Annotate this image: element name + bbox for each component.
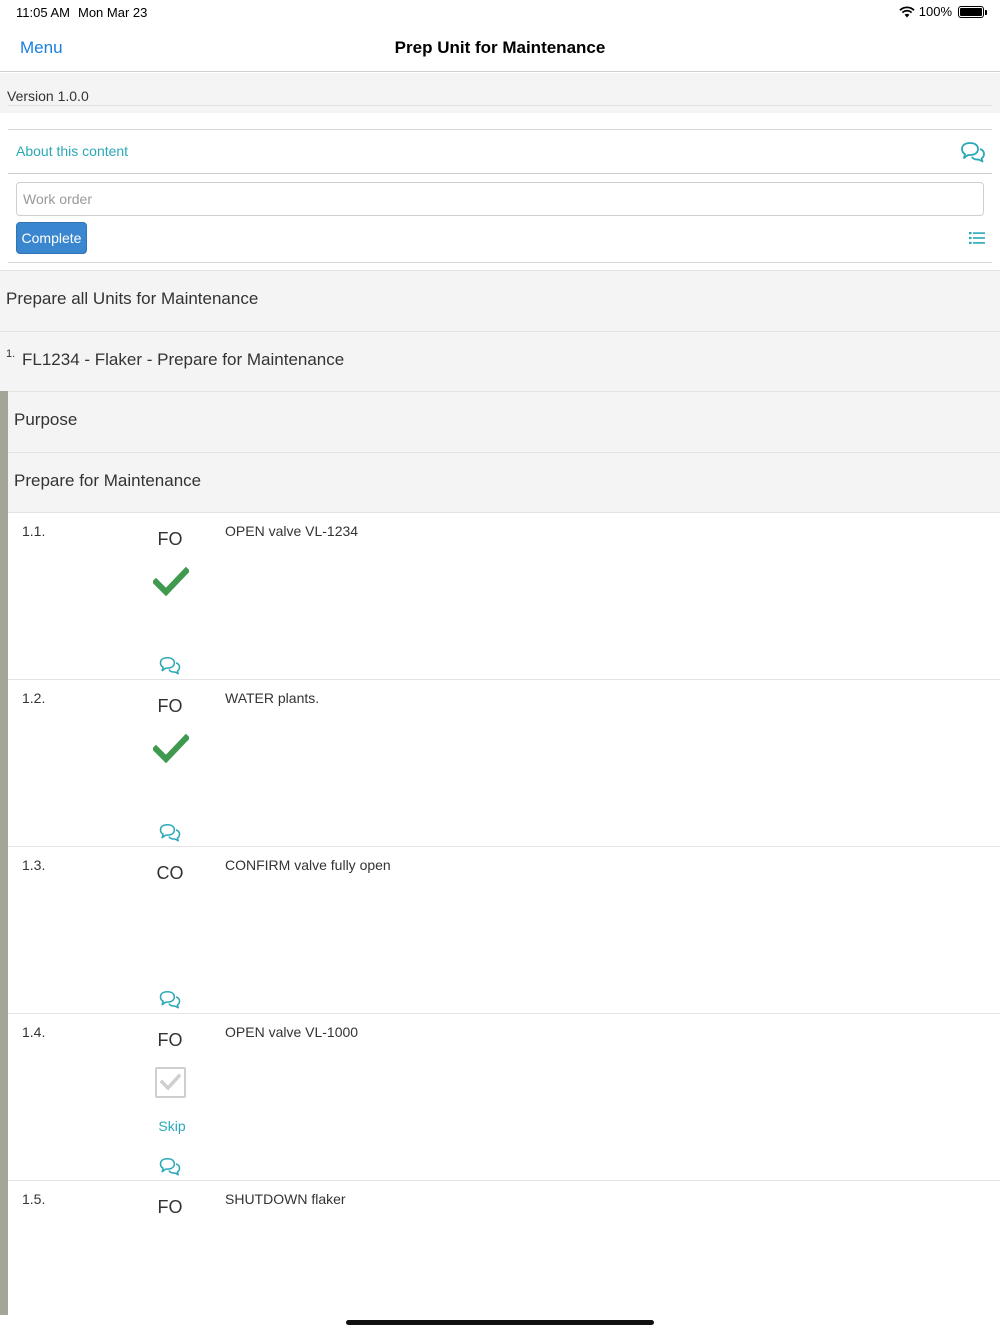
- step-number: 1.1.: [22, 523, 46, 539]
- step-code: FO: [157, 1030, 183, 1050]
- comments-icon[interactable]: [960, 141, 986, 163]
- step-row: 1.2. FO WATER plants.: [8, 679, 1000, 846]
- step-number: 1.5.: [22, 1191, 46, 1207]
- nav-bar: Menu Prep Unit for Maintenance: [0, 24, 1000, 72]
- prepare-title: Prepare for Maintenance: [14, 471, 202, 490]
- battery-icon: [958, 5, 987, 18]
- step-number: 1.4.: [22, 1024, 46, 1040]
- step-description: OPEN valve VL-1234: [225, 523, 359, 539]
- about-content-link[interactable]: About this content: [16, 143, 128, 159]
- checkmark-icon[interactable]: [153, 566, 189, 596]
- step-code: CO: [156, 863, 184, 883]
- step-checkbox[interactable]: [155, 1067, 186, 1098]
- status-bar: 11:05 AM Mon Mar 23 100%: [0, 0, 1000, 24]
- skip-button[interactable]: Skip: [138, 1118, 206, 1134]
- work-order-input[interactable]: [16, 182, 984, 216]
- step-description: CONFIRM valve fully open: [225, 857, 391, 873]
- unit-header: 1. FL1234 - Flaker - Prepare for Mainten…: [0, 331, 1000, 392]
- step-code: FO: [157, 696, 183, 716]
- home-indicator[interactable]: [346, 1320, 654, 1325]
- version-label: Version 1.0.0: [7, 88, 89, 104]
- step-row: 1.1. FO OPEN valve VL-1234: [8, 512, 1000, 679]
- comments-icon[interactable]: [158, 990, 182, 1009]
- step-row: 1.4. FO OPEN valve VL-1000 Skip: [8, 1013, 1000, 1180]
- status-date: Mon Mar 23: [78, 5, 148, 20]
- comments-icon[interactable]: [158, 823, 182, 842]
- divider: [8, 173, 992, 174]
- divider: [8, 262, 992, 263]
- comments-icon[interactable]: [158, 656, 182, 675]
- version-band: Version 1.0.0: [0, 73, 1000, 113]
- step-row: 1.3. CO CONFIRM valve fully open: [8, 846, 1000, 1013]
- battery-percent: 100%: [918, 4, 952, 19]
- comments-icon[interactable]: [158, 1157, 182, 1176]
- unit-title: FL1234 - Flaker - Prepare for Maintenanc…: [22, 350, 345, 369]
- step-number: 1.3.: [22, 857, 46, 873]
- status-time: 11:05 AM: [16, 5, 70, 20]
- divider: [8, 129, 992, 130]
- section-title: Prepare all Units for Maintenance: [6, 289, 259, 308]
- complete-button[interactable]: Complete: [16, 222, 87, 254]
- prepare-header[interactable]: Prepare for Maintenance: [0, 452, 1000, 513]
- unit-number: 1.: [6, 348, 16, 360]
- purpose-header[interactable]: Purpose: [0, 391, 1000, 452]
- step-number: 1.2.: [22, 690, 46, 706]
- step-code: FO: [157, 1197, 183, 1217]
- step-code: FO: [157, 529, 183, 549]
- status-indicators: 100%: [899, 4, 987, 19]
- step-description: OPEN valve VL-1000: [225, 1024, 359, 1040]
- list-icon[interactable]: [968, 230, 986, 246]
- divider: [8, 105, 992, 106]
- checkmark-icon[interactable]: [153, 733, 189, 763]
- checkmark-icon: [160, 1073, 181, 1091]
- purpose-title: Purpose: [14, 410, 78, 429]
- wifi-icon: [899, 5, 915, 17]
- page-title: Prep Unit for Maintenance: [394, 38, 606, 57]
- step-row: 1.5. FO SHUTDOWN flaker: [8, 1180, 1000, 1320]
- step-description: SHUTDOWN flaker: [225, 1191, 346, 1207]
- section-indicator-bar: [0, 391, 8, 1315]
- step-description: WATER plants.: [225, 690, 320, 706]
- section-header: Prepare all Units for Maintenance: [0, 270, 1000, 331]
